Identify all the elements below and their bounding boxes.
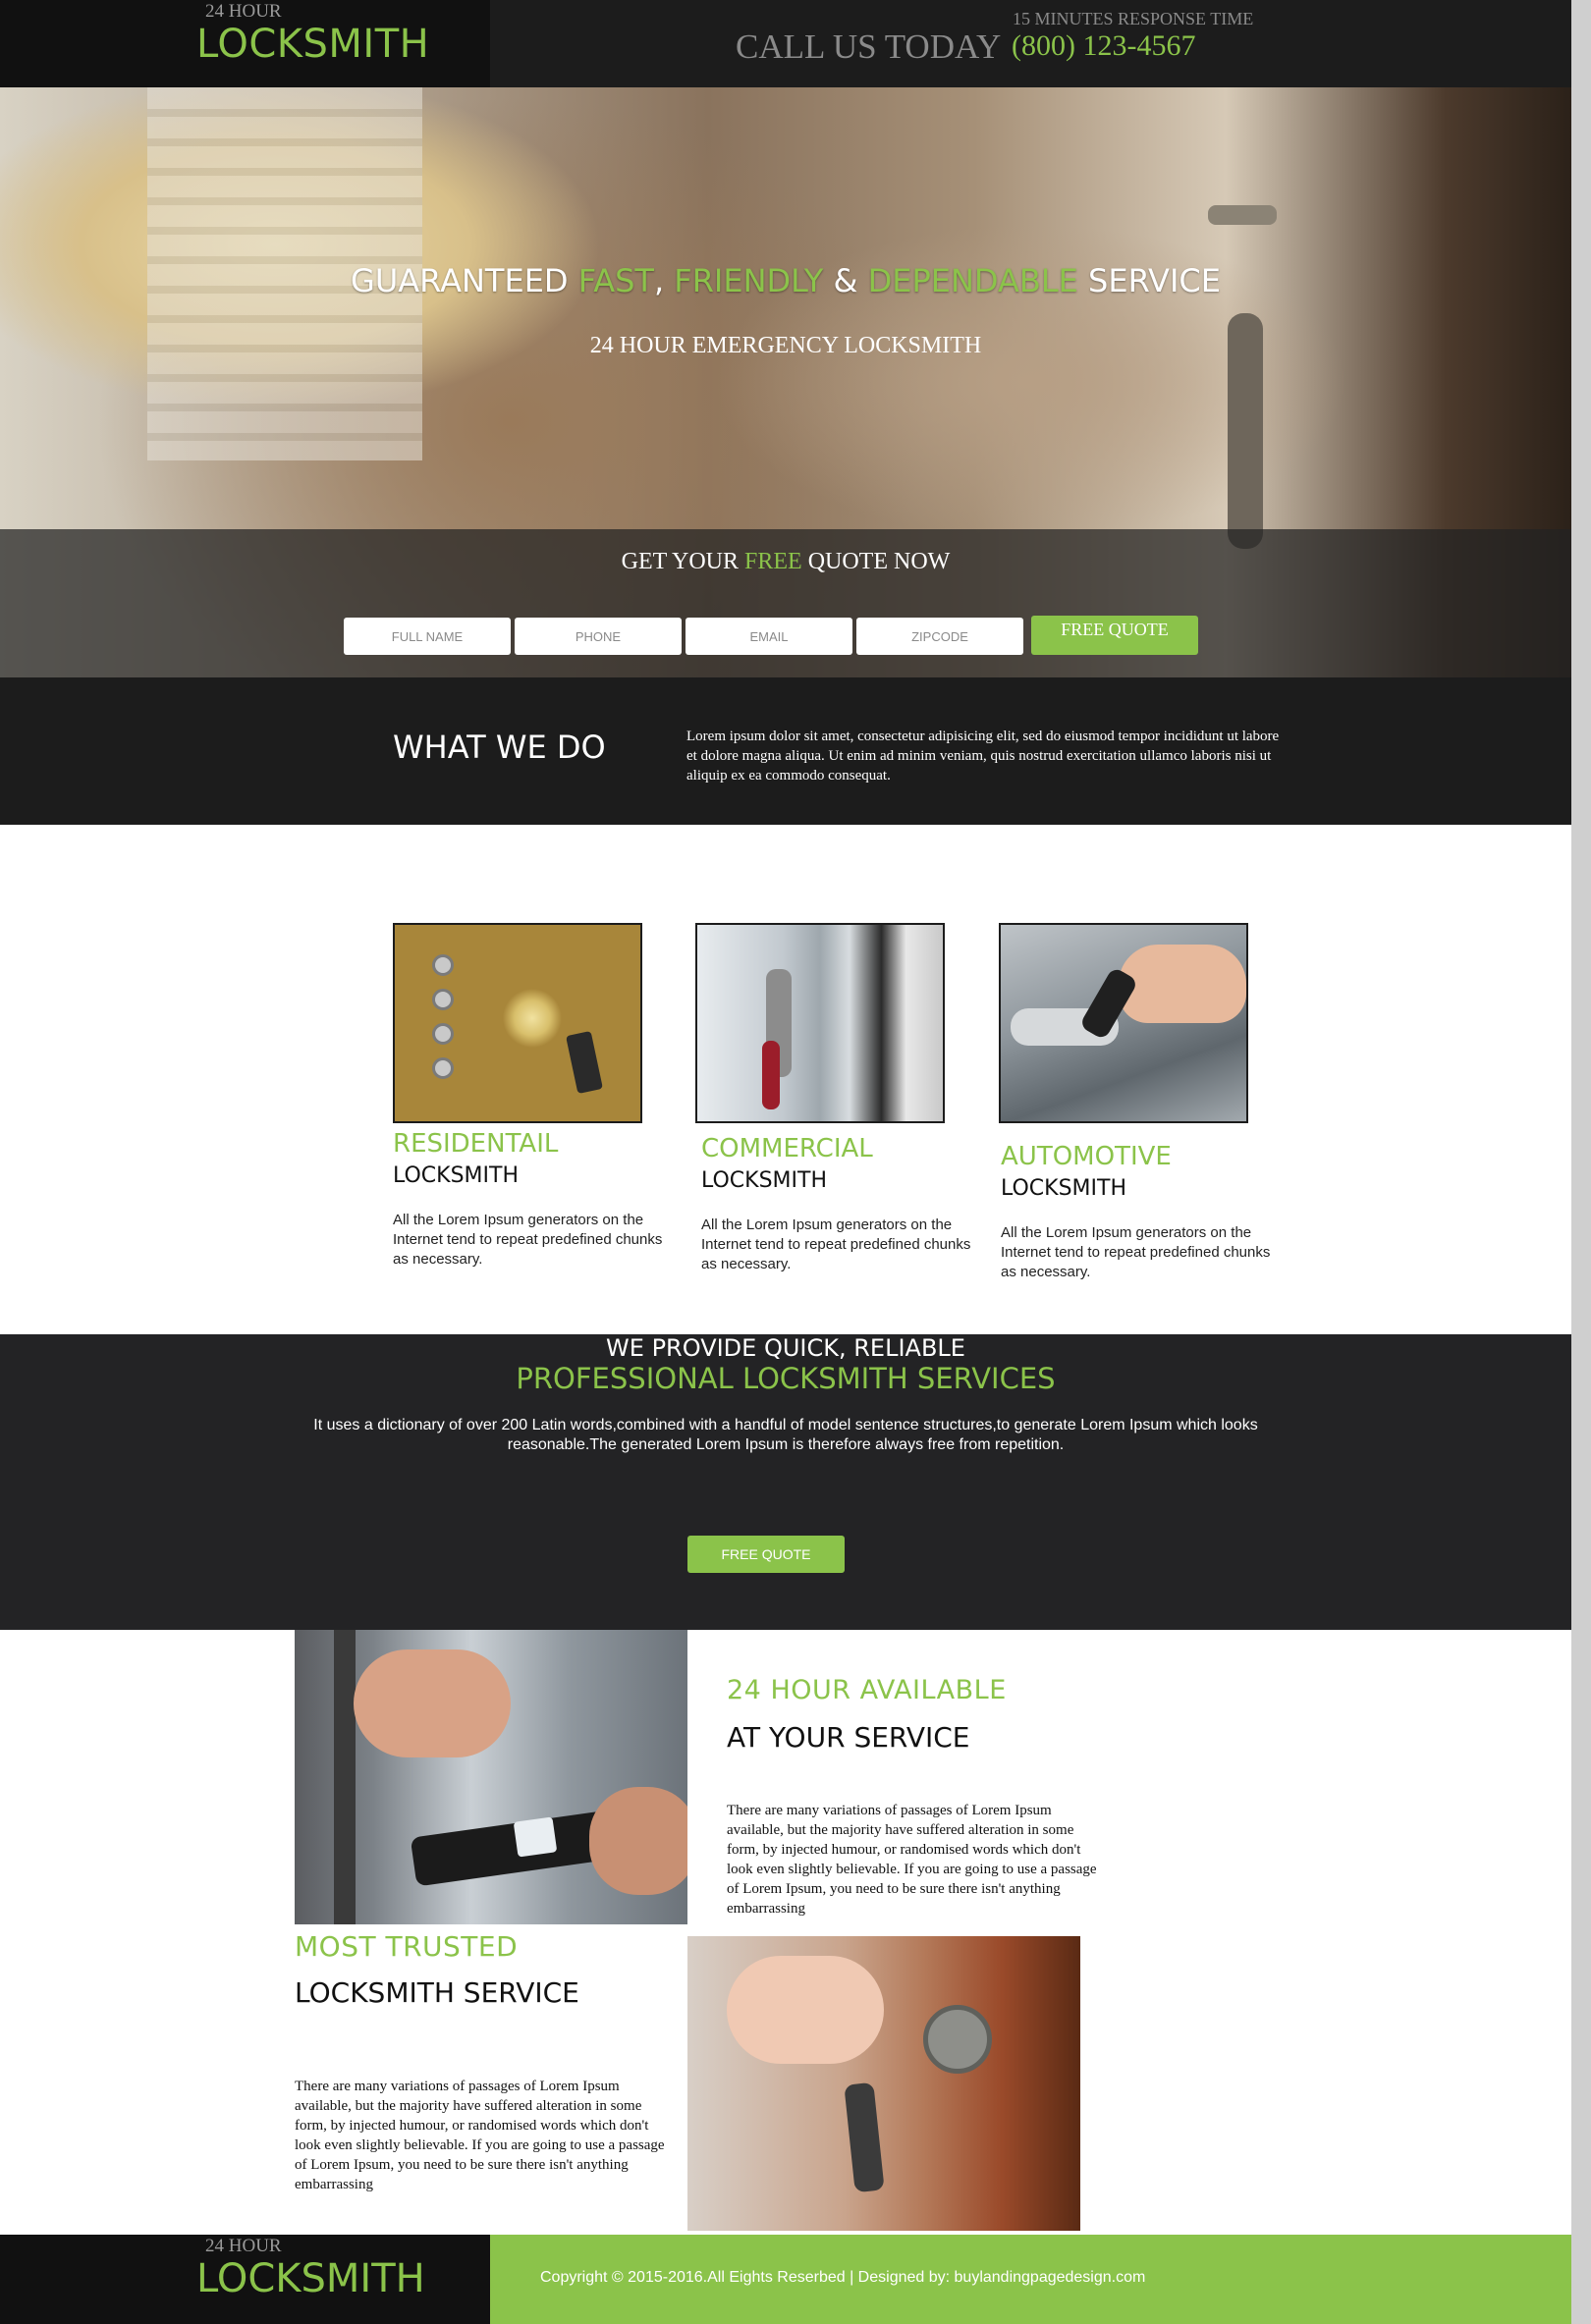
commercial-service-image — [695, 923, 945, 1123]
headline-friendly: FRIENDLY — [674, 262, 824, 299]
service-description: All the Lorem Ipsum generators on the In… — [701, 1216, 971, 1272]
drill-label-shape — [513, 1816, 558, 1858]
hand-shape — [589, 1787, 687, 1895]
quote-title-part: QUOTE NOW — [801, 549, 951, 574]
footer-logo-tagline: 24 HOUR — [205, 2236, 282, 2256]
professional-services-band: WE PROVIDE QUICK, RELIABLE PROFESSIONAL … — [0, 1334, 1571, 1630]
site-footer: 24 HOUR LOCKSMITH Copyright © 2015-2016.… — [0, 2235, 1571, 2324]
hand-shape — [1119, 945, 1246, 1023]
service-subtitle: LOCKSMITH — [701, 1168, 827, 1193]
logo-wordmark: LOCKSMITH — [196, 22, 430, 67]
service-description: All the Lorem Ipsum generators on the In… — [1001, 1224, 1271, 1280]
headline-fast: FAST — [577, 262, 654, 299]
professional-line1: WE PROVIDE QUICK, RELIABLE — [606, 1334, 965, 1362]
hero-subheadline: 24 HOUR EMERGENCY LOCKSMITH — [589, 333, 982, 358]
keys-shape — [844, 2081, 885, 2193]
hero-headline: GUARANTEED FAST, FRIENDLY & DEPENDABLE S… — [0, 262, 1571, 299]
bolt-shape — [432, 1057, 454, 1079]
professional-text: It uses a dictionary of over 200 Latin w… — [313, 1417, 1258, 1453]
door-knob-key-image — [687, 1936, 1080, 2231]
door-knob-shape — [923, 2005, 992, 2074]
what-we-do-section: WHAT WE DO Lorem ipsum dolor sit amet, c… — [0, 677, 1571, 825]
bolt-shape — [432, 1023, 454, 1045]
service-description: All the Lorem Ipsum generators on the In… — [393, 1212, 663, 1268]
bolt-shape — [432, 954, 454, 976]
page-scrollbar-gutter[interactable] — [1571, 0, 1591, 2324]
free-quote-button[interactable]: FREE QUOTE — [687, 1536, 845, 1573]
headline-part: GUARANTEED — [351, 262, 578, 299]
what-we-do-text: Lorem ipsum dolor sit amet, consectetur … — [686, 729, 1280, 784]
automotive-service-image — [999, 923, 1248, 1123]
quote-form-title: GET YOUR FREE QUOTE NOW — [0, 549, 1571, 575]
footer-logo-wordmark: LOCKSMITH — [196, 2256, 425, 2301]
service-subtitle: LOCKSMITH — [393, 1163, 519, 1188]
service-title-commercial: COMMERCIAL — [701, 1134, 873, 1163]
bolt-shape — [432, 989, 454, 1010]
residential-service-image — [393, 923, 642, 1123]
service-title-residential: RESIDENTAIL — [393, 1129, 559, 1159]
hand-shape — [727, 1956, 884, 2064]
service-title-automotive: AUTOMOTIVE — [1001, 1142, 1172, 1171]
key-shape — [762, 1041, 780, 1109]
headline-part: SERVICE — [1077, 262, 1221, 299]
quote-title-part: GET YOUR — [621, 549, 744, 574]
call-us-label: CALL US TODAY — [736, 27, 1002, 66]
hand-shape — [354, 1649, 511, 1757]
email-input[interactable] — [686, 618, 852, 655]
headline-dependable: DEPENDABLE — [867, 262, 1078, 299]
phone-number-link[interactable]: (800) 123-4567 — [1012, 29, 1195, 63]
full-name-input[interactable] — [344, 618, 511, 655]
door-frame-shape — [334, 1630, 356, 1924]
headline-part: & — [823, 262, 868, 299]
locksmith-drill-image — [295, 1630, 687, 1924]
phone-input[interactable] — [515, 618, 682, 655]
site-header: 24 HOUR LOCKSMITH 15 MINUTES RESPONSE TI… — [0, 0, 1571, 87]
available-text: There are many variations of passages of… — [727, 1803, 1097, 1917]
hero-photo-door-handle — [1208, 205, 1277, 225]
keys-shape — [566, 1030, 603, 1095]
trusted-text: There are many variations of passages of… — [295, 2079, 665, 2192]
response-time-note: 15 MINUTES RESPONSE TIME — [1013, 9, 1254, 28]
logo-tagline: 24 HOUR — [205, 1, 282, 22]
copyright-text: Copyright © 2015-2016.All Eights Reserbe… — [540, 2269, 1146, 2286]
trusted-title: MOST TRUSTED — [295, 1930, 519, 1963]
what-we-do-title: WHAT WE DO — [393, 729, 606, 766]
professional-line2: PROFESSIONAL LOCKSMITH SERVICES — [516, 1362, 1056, 1395]
headline-part: , — [653, 262, 675, 299]
footer-logo[interactable]: 24 HOUR LOCKSMITH — [0, 2235, 490, 2324]
available-title: 24 HOUR AVAILABLE — [727, 1675, 1007, 1705]
quote-title-free: FREE — [744, 549, 802, 574]
zipcode-input[interactable] — [856, 618, 1023, 655]
hero-section: GUARANTEED FAST, FRIENDLY & DEPENDABLE S… — [0, 87, 1571, 677]
logo[interactable]: 24 HOUR LOCKSMITH — [0, 0, 490, 87]
service-subtitle: LOCKSMITH — [1001, 1176, 1126, 1201]
available-subtitle: AT YOUR SERVICE — [727, 1721, 970, 1754]
trusted-subtitle: LOCKSMITH SERVICE — [295, 1976, 579, 2009]
free-quote-submit-button[interactable]: FREE QUOTE — [1031, 616, 1198, 655]
